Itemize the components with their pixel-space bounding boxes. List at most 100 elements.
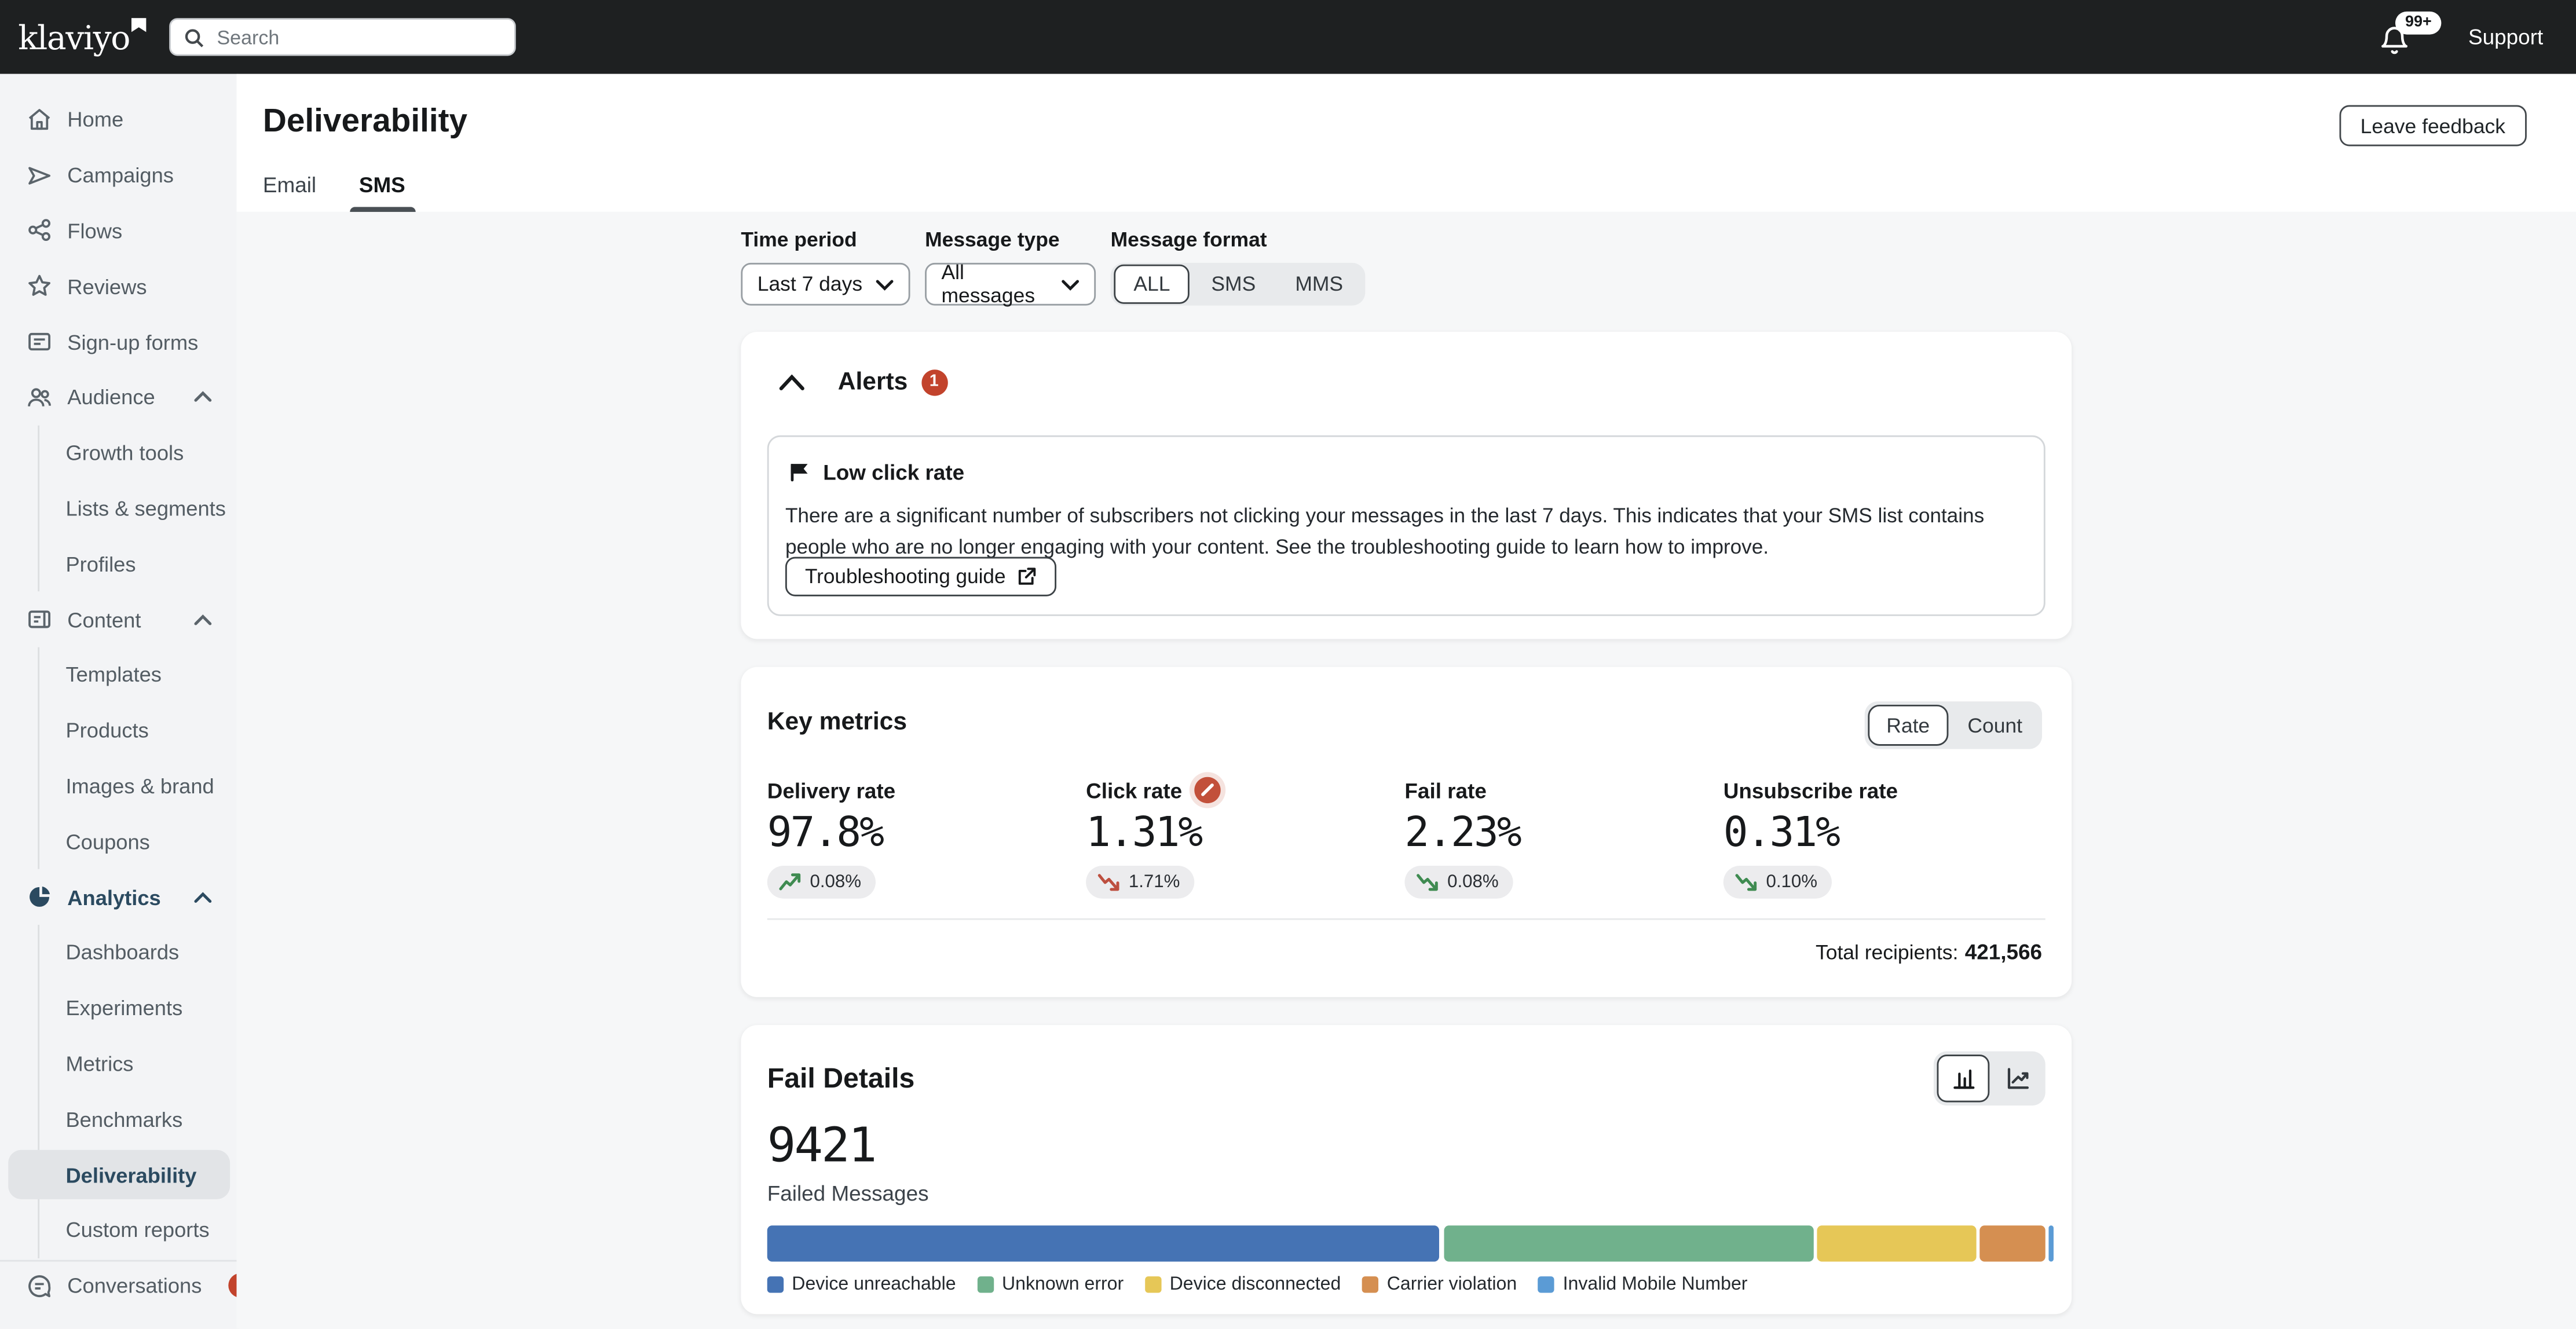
click-rate-alert-icon [1194, 777, 1220, 803]
sidebar-item-images-brand[interactable]: Images & brand [39, 758, 236, 814]
home-icon [26, 107, 52, 133]
sidebar-item-products[interactable]: Products [39, 702, 236, 758]
chevron-down-icon [876, 279, 894, 290]
trend-down-icon [1416, 872, 1439, 892]
sidebar-item-templates[interactable]: Templates [39, 647, 236, 703]
rate-count-toggle: Rate Count [1865, 701, 2042, 749]
metric-value: 97.8% [767, 808, 1086, 856]
sidebar-item-lists-segments[interactable]: Lists & segments [39, 481, 236, 536]
collapse-chevron-icon[interactable] [779, 374, 805, 390]
chevron-up-icon [194, 391, 212, 403]
format-option-sms[interactable]: SMS [1193, 266, 1274, 302]
legend-item: Carrier violation [1362, 1275, 1517, 1294]
chevron-down-icon [1062, 279, 1080, 290]
page-title: Deliverability [263, 104, 467, 141]
sidebar-item-conversations[interactable]: Conversations 99+ [0, 1258, 236, 1313]
message-format-filter: Message format ALL SMS MMS [1111, 228, 1364, 305]
metric-value: 1.31% [1086, 808, 1404, 856]
toggle-rate[interactable]: Rate [1868, 705, 1948, 746]
send-icon [26, 162, 52, 188]
sidebar-item-content[interactable]: Content [0, 592, 236, 647]
sidebar-item-deliverability[interactable]: Deliverability [8, 1150, 230, 1199]
toggle-count[interactable]: Count [1951, 706, 2039, 744]
sidebar-item-reviews[interactable]: Reviews [0, 258, 236, 314]
legend-swatch [977, 1276, 993, 1293]
legend-item: Invalid Mobile Number [1538, 1275, 1747, 1294]
bar-chart-icon [1951, 1066, 1976, 1091]
sidebar-item-label: Sign-up forms [67, 329, 198, 354]
legend-item: Device unreachable [767, 1275, 956, 1294]
sidebar-item-experiments[interactable]: Experiments [39, 980, 236, 1036]
page-header: Deliverability Leave feedback Email SMS [236, 74, 2576, 214]
bar-segment-carrier-violation[interactable] [1979, 1225, 2045, 1261]
sidebar-item-audience[interactable]: Audience [0, 369, 236, 425]
bar-segment-device-disconnected[interactable] [1817, 1225, 1976, 1261]
message-type-label: Message type [925, 228, 1096, 251]
notifications-button[interactable]: 99+ [2379, 15, 2428, 64]
metric-trend-pill: 0.10% [1724, 866, 1832, 899]
sidebar-item-label: Conversations [67, 1273, 202, 1298]
notifications-badge: 99+ [2395, 12, 2442, 34]
legend-swatch [1538, 1276, 1554, 1293]
klaviyo-logo[interactable]: klaviyo [18, 20, 130, 53]
tab-sms[interactable]: SMS [359, 173, 405, 212]
sidebar-item-profiles[interactable]: Profiles [39, 536, 236, 592]
trend-up-icon [779, 872, 802, 892]
bar-segment-invalid-mobile-number[interactable] [2049, 1225, 2053, 1261]
key-metrics-card: Key metrics Rate Count Delivery rate 97.… [741, 667, 2072, 997]
format-option-mms[interactable]: MMS [1277, 266, 1361, 302]
time-period-filter: Time period Last 7 days [741, 228, 910, 305]
bar-segment-unknown-error[interactable] [1444, 1225, 1813, 1261]
sidebar-item-coupons[interactable]: Coupons [39, 814, 236, 869]
bar-chart-toggle[interactable] [1937, 1055, 1990, 1102]
global-search[interactable] [169, 18, 516, 56]
content-subgroup: Templates Products Images & brand Coupon… [38, 647, 236, 869]
tab-email[interactable]: Email [263, 173, 316, 212]
message-format-label: Message format [1111, 228, 1364, 251]
legend-item: Unknown error [977, 1275, 1124, 1294]
top-bar: klaviyo 99+ Support [0, 0, 2576, 74]
main-content: Time period Last 7 days Message type All… [236, 212, 2576, 1329]
sidebar-divider [0, 1260, 236, 1262]
sidebar-item-benchmarks[interactable]: Benchmarks [39, 1092, 236, 1147]
metric-trend-pill: 0.08% [1404, 866, 1513, 899]
fail-stacked-bar [767, 1225, 2046, 1261]
legend-swatch [1362, 1276, 1378, 1293]
sidebar: Home Campaigns Flows Reviews Sign-up for… [0, 74, 238, 1329]
sidebar-item-flows[interactable]: Flows [0, 203, 236, 259]
sidebar-item-dashboards[interactable]: Dashboards [39, 925, 236, 980]
sidebar-item-growth-tools[interactable]: Growth tools [39, 425, 236, 481]
time-period-select[interactable]: Last 7 days [741, 263, 910, 306]
content-icon [26, 606, 52, 632]
sidebar-item-campaigns[interactable]: Campaigns [0, 148, 236, 203]
flows-icon [26, 218, 52, 244]
sidebar-item-home[interactable]: Home [0, 92, 236, 148]
sidebar-item-label: Reviews [67, 274, 147, 299]
external-link-icon [1017, 567, 1037, 587]
alerts-title: Alerts [838, 368, 908, 396]
sidebar-item-signup-forms[interactable]: Sign-up forms [0, 314, 236, 369]
sidebar-item-custom-reports[interactable]: Custom reports [39, 1202, 236, 1258]
metric-fail-rate: Fail rate 2.23% 0.08% [1404, 775, 1723, 900]
bar-segment-device-unreachable[interactable] [767, 1225, 1440, 1261]
search-input[interactable] [214, 24, 501, 50]
format-option-all[interactable]: ALL [1114, 265, 1190, 304]
leave-feedback-button[interactable]: Leave feedback [2339, 105, 2527, 147]
flag-icon [789, 462, 810, 483]
metrics-row: Delivery rate 97.8% 0.08% Click rate 1.3… [767, 775, 2046, 900]
chevron-up-icon [194, 891, 212, 903]
message-type-select[interactable]: All messages [925, 263, 1096, 306]
sidebar-item-metrics[interactable]: Metrics [39, 1036, 236, 1092]
analytics-subgroup: Dashboards Experiments Metrics Benchmark… [38, 925, 236, 1258]
sidebar-item-analytics[interactable]: Analytics [0, 869, 236, 925]
chevron-up-icon [194, 614, 212, 625]
fail-details-card: Fail Details 9421 Failed Messages Device… [741, 1025, 2072, 1314]
support-link[interactable]: Support [2468, 0, 2543, 74]
line-chart-toggle[interactable] [1993, 1056, 2042, 1101]
sidebar-item-label: Analytics [67, 885, 160, 910]
total-recipients-value: 421,566 [1965, 940, 2042, 965]
message-type-filter: Message type All messages [925, 228, 1096, 305]
troubleshooting-guide-button[interactable]: Troubleshooting guide [785, 557, 1057, 596]
metric-value: 0.31% [1724, 808, 2042, 856]
metric-click-rate: Click rate 1.31% 1.71% [1086, 775, 1404, 900]
